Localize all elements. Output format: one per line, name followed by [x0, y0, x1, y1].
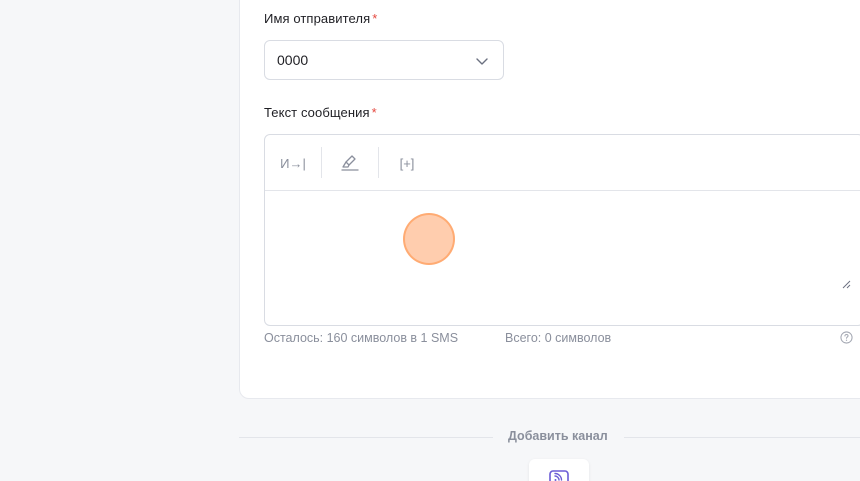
- page: Имя отправителя * 0000 Текст сообщения * И…: [0, 0, 860, 481]
- message-textarea[interactable]: [265, 191, 860, 325]
- resize-handle-icon[interactable]: [841, 279, 851, 289]
- total-characters-counter: Всего: 0 символов: [505, 331, 612, 345]
- message-text-label: Текст сообщения *: [264, 105, 377, 120]
- chevron-down-icon: [476, 58, 488, 65]
- required-mark: *: [371, 105, 377, 120]
- channel-option-tile[interactable]: [529, 459, 589, 481]
- message-text-label-text: Текст сообщения: [264, 105, 370, 120]
- insert-variable-icon: И→|: [280, 155, 306, 171]
- sender-name-value: 0000: [277, 52, 309, 68]
- channel-message-icon: [549, 470, 569, 481]
- toolbar-divider: [378, 147, 379, 178]
- message-editor: И→| [+]: [264, 134, 860, 326]
- add-channel-button[interactable]: Добавить канал: [508, 429, 608, 443]
- clear-format-icon: [341, 155, 359, 171]
- sender-name-label-text: Имя отправителя: [264, 11, 371, 26]
- insert-field-button[interactable]: [+]: [392, 149, 422, 177]
- help-icon[interactable]: [840, 331, 853, 344]
- insert-variable-button[interactable]: И→|: [278, 149, 308, 177]
- insert-field-icon: [+]: [399, 155, 415, 171]
- required-mark: *: [372, 11, 378, 26]
- sender-name-label: Имя отправителя *: [264, 11, 377, 26]
- remaining-characters-counter: Осталось: 160 символов в 1 SMS: [264, 331, 459, 345]
- toolbar-divider: [321, 147, 322, 178]
- clear-format-button[interactable]: [335, 149, 365, 177]
- divider-right: [624, 437, 860, 438]
- click-indicator: [403, 213, 455, 265]
- divider-left: [239, 437, 493, 438]
- sender-name-select[interactable]: 0000: [264, 40, 504, 80]
- editor-toolbar: И→| [+]: [265, 135, 860, 191]
